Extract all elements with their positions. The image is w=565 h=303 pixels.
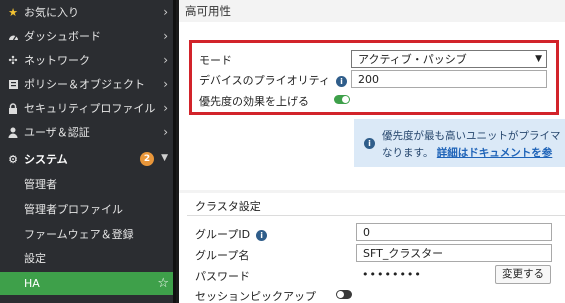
boost-priority-label: 優先度の効果を上げる — [199, 95, 309, 108]
sidebar-item-label: HA — [24, 277, 40, 290]
star-icon: ★ — [8, 5, 18, 19]
priority-label-text: デバイスのプライオリティ — [199, 74, 331, 87]
priority-label: デバイスのプライオリティ i — [199, 72, 348, 88]
chevron-right-icon: › — [163, 29, 168, 43]
chevron-down-icon: ▼ — [535, 54, 542, 64]
sidebar-item-label: システム — [24, 153, 68, 166]
info-icon[interactable]: i — [256, 229, 268, 241]
info-notice: i 優先度が最も高いユニットがプライマ なります。 詳細はドキュメントを参 — [354, 119, 565, 167]
sidebar-item-network[interactable]: ✣ ネットワーク › — [0, 48, 173, 72]
priority-input[interactable]: 200 — [351, 70, 547, 88]
main-content: 高可用性 モード アクティブ・パッシブ ▼ デバイスのプライオリティ i 200 … — [179, 0, 565, 303]
group-id-input[interactable]: 0 — [356, 223, 552, 241]
sidebar-subitem-administrators[interactable]: 管理者 — [0, 172, 173, 196]
sidebar-item-label: ポリシー＆オブジェクト — [24, 78, 145, 91]
cluster-settings-title: クラスタ設定 — [195, 200, 261, 213]
divider — [187, 215, 565, 216]
mode-label: モード — [199, 54, 232, 67]
sidebar-item-favorites[interactable]: ★ お気に入り › — [0, 0, 173, 24]
sidebar-item-label: ファームウェア＆登録 — [24, 228, 134, 241]
sidebar-item-policy[interactable]: ポリシー＆オブジェクト › — [0, 72, 173, 96]
session-pickup-toggle[interactable] — [336, 290, 352, 299]
notice-text: なります。 — [382, 147, 434, 159]
sidebar-item-label: ネットワーク — [24, 54, 90, 67]
info-icon: i — [364, 138, 375, 149]
notification-badge: 2 — [140, 152, 154, 166]
password-value: •••••••• — [362, 268, 422, 281]
sidebar-item-label: 管理者 — [24, 178, 57, 191]
chevron-down-icon: ▼ — [161, 153, 168, 163]
change-password-button[interactable]: 変更する — [495, 265, 551, 284]
sidebar-item-security-profiles[interactable]: セキュリティプロファイル › — [0, 96, 173, 120]
sidebar-subitem-firmware[interactable]: ファームウェア＆登録 — [0, 222, 173, 246]
documentation-link[interactable]: 詳細はドキュメントを参 — [437, 147, 553, 159]
group-id-label-text: グループID — [195, 228, 251, 241]
group-id-label: グループID i — [195, 226, 268, 242]
lock-icon — [4, 102, 22, 114]
gear-icon: ⚙ — [8, 152, 18, 166]
notice-text-line2: なります。 詳細はドキュメントを参 — [382, 145, 552, 160]
favorite-star-icon[interactable]: ☆ — [157, 276, 169, 291]
sidebar-item-user-auth[interactable]: ユーザ＆認証 › — [0, 120, 173, 144]
user-icon — [4, 127, 22, 138]
info-icon[interactable]: i — [336, 75, 348, 87]
boost-priority-toggle[interactable] — [334, 95, 350, 104]
sidebar-item-system[interactable]: ⚙ システム 2 ▼ — [0, 147, 173, 171]
sidebar-item-label: ダッシュボード — [24, 30, 101, 43]
session-pickup-label: セッションピックアップ — [195, 290, 316, 303]
sidebar-item-label: ユーザ＆認証 — [24, 126, 90, 139]
password-label: パスワード — [195, 270, 250, 283]
sidebar: ★ お気に入り › ダッシュボード › ✣ ネットワーク › ポリシー＆オブジェ… — [0, 0, 176, 303]
policy-icon — [4, 79, 22, 90]
chevron-right-icon: › — [163, 77, 168, 91]
sidebar-subitem-ha[interactable]: HA ☆ — [0, 272, 173, 295]
sidebar-item-dashboard[interactable]: ダッシュボード › — [0, 24, 173, 48]
sidebar-item-label: 設定 — [24, 252, 46, 265]
mode-select[interactable]: アクティブ・パッシブ ▼ — [351, 50, 547, 68]
chevron-right-icon: › — [163, 53, 168, 67]
notice-text-line1: 優先度が最も高いユニットがプライマ — [382, 130, 561, 142]
sidebar-subitem-settings[interactable]: 設定 — [0, 246, 173, 270]
group-name-input[interactable]: SFT_クラスター — [356, 244, 552, 262]
sidebar-subitem-admin-profiles[interactable]: 管理者プロファイル — [0, 197, 173, 221]
toggle-knob — [342, 96, 349, 103]
sidebar-item-label: セキュリティプロファイル — [24, 102, 156, 115]
sidebar-item-label: お気に入り — [24, 6, 79, 19]
mode-select-value: アクティブ・パッシブ — [358, 53, 467, 66]
chevron-right-icon: › — [163, 125, 168, 139]
chevron-right-icon: › — [163, 5, 168, 19]
sidebar-item-label: 管理者プロファイル — [24, 203, 123, 216]
page-title: 高可用性 — [185, 4, 231, 18]
dashboard-icon — [4, 31, 22, 42]
network-icon: ✣ — [8, 53, 18, 67]
toggle-knob — [337, 291, 344, 298]
group-name-label: グループ名 — [195, 249, 250, 262]
chevron-right-icon: › — [163, 101, 168, 115]
